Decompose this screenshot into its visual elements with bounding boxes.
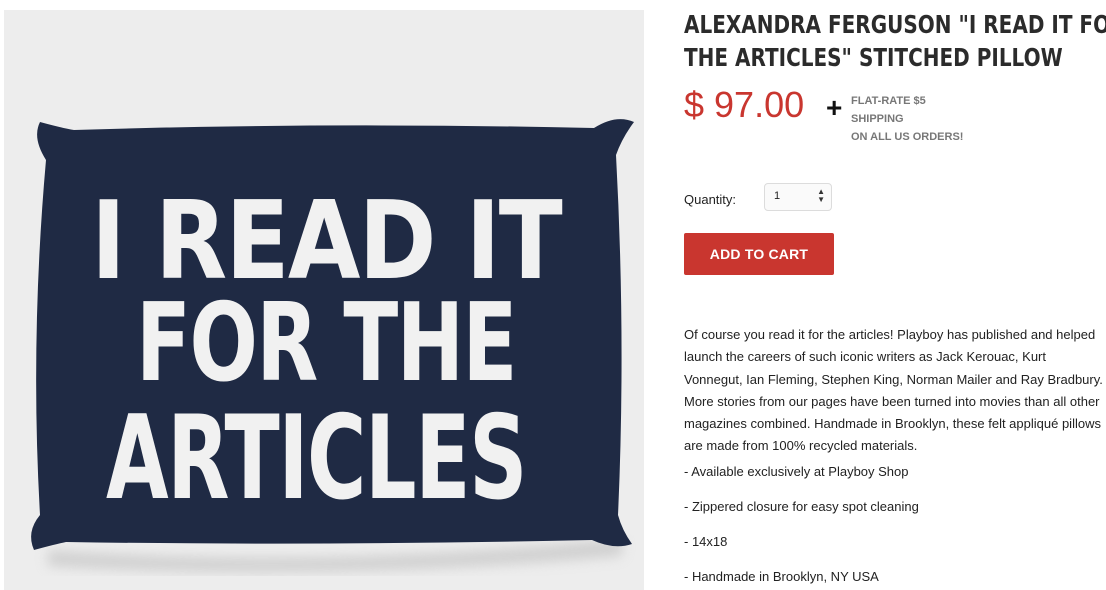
- shipping-line-3: ON ALL US ORDERS!: [851, 131, 964, 143]
- pillow-illustration: I READ IT FOR THE ARTICLES: [31, 119, 634, 573]
- product-price: $ 97.00: [684, 84, 805, 125]
- select-arrows-icon: ▲ ▼: [817, 187, 825, 204]
- feature-item: - 14x18: [684, 534, 728, 549]
- feature-item: - Zippered closure for easy spot cleanin…: [684, 499, 919, 514]
- pillow-line-2: FOR THE: [136, 281, 516, 406]
- product-title-line-1: ALEXANDRA FERGUSON "I READ IT FOR: [684, 10, 1106, 39]
- plus-sign: +: [826, 92, 843, 123]
- shipping-line-2: SHIPPING: [851, 113, 904, 125]
- product-title: ALEXANDRA FERGUSON "I READ IT FOR THE AR…: [684, 8, 1106, 74]
- product-description: Of course you read it for the articles! …: [684, 324, 1104, 458]
- add-to-cart-button[interactable]: ADD TO CART: [684, 233, 834, 275]
- shipping-note: FLAT-RATE $5 SHIPPING ON ALL US ORDERS!: [851, 92, 963, 146]
- product-image: I READ IT FOR THE ARTICLES: [4, 10, 644, 590]
- pillow-line-3: ARTICLES: [106, 391, 526, 526]
- shipping-line-1: FLAT-RATE $5: [851, 95, 926, 107]
- description-text: Of course you read it for the articles! …: [684, 327, 1103, 454]
- quantity-value: 1: [774, 190, 781, 202]
- quantity-label: Quantity:: [684, 192, 737, 207]
- product-title-line-2: THE ARTICLES" STITCHED PILLOW: [684, 43, 1063, 72]
- feature-item: - Available exclusively at Playboy Shop: [684, 464, 909, 479]
- quantity-select[interactable]: 1 ▲ ▼: [764, 183, 832, 211]
- feature-item: - Handmade in Brooklyn, NY USA: [684, 569, 879, 584]
